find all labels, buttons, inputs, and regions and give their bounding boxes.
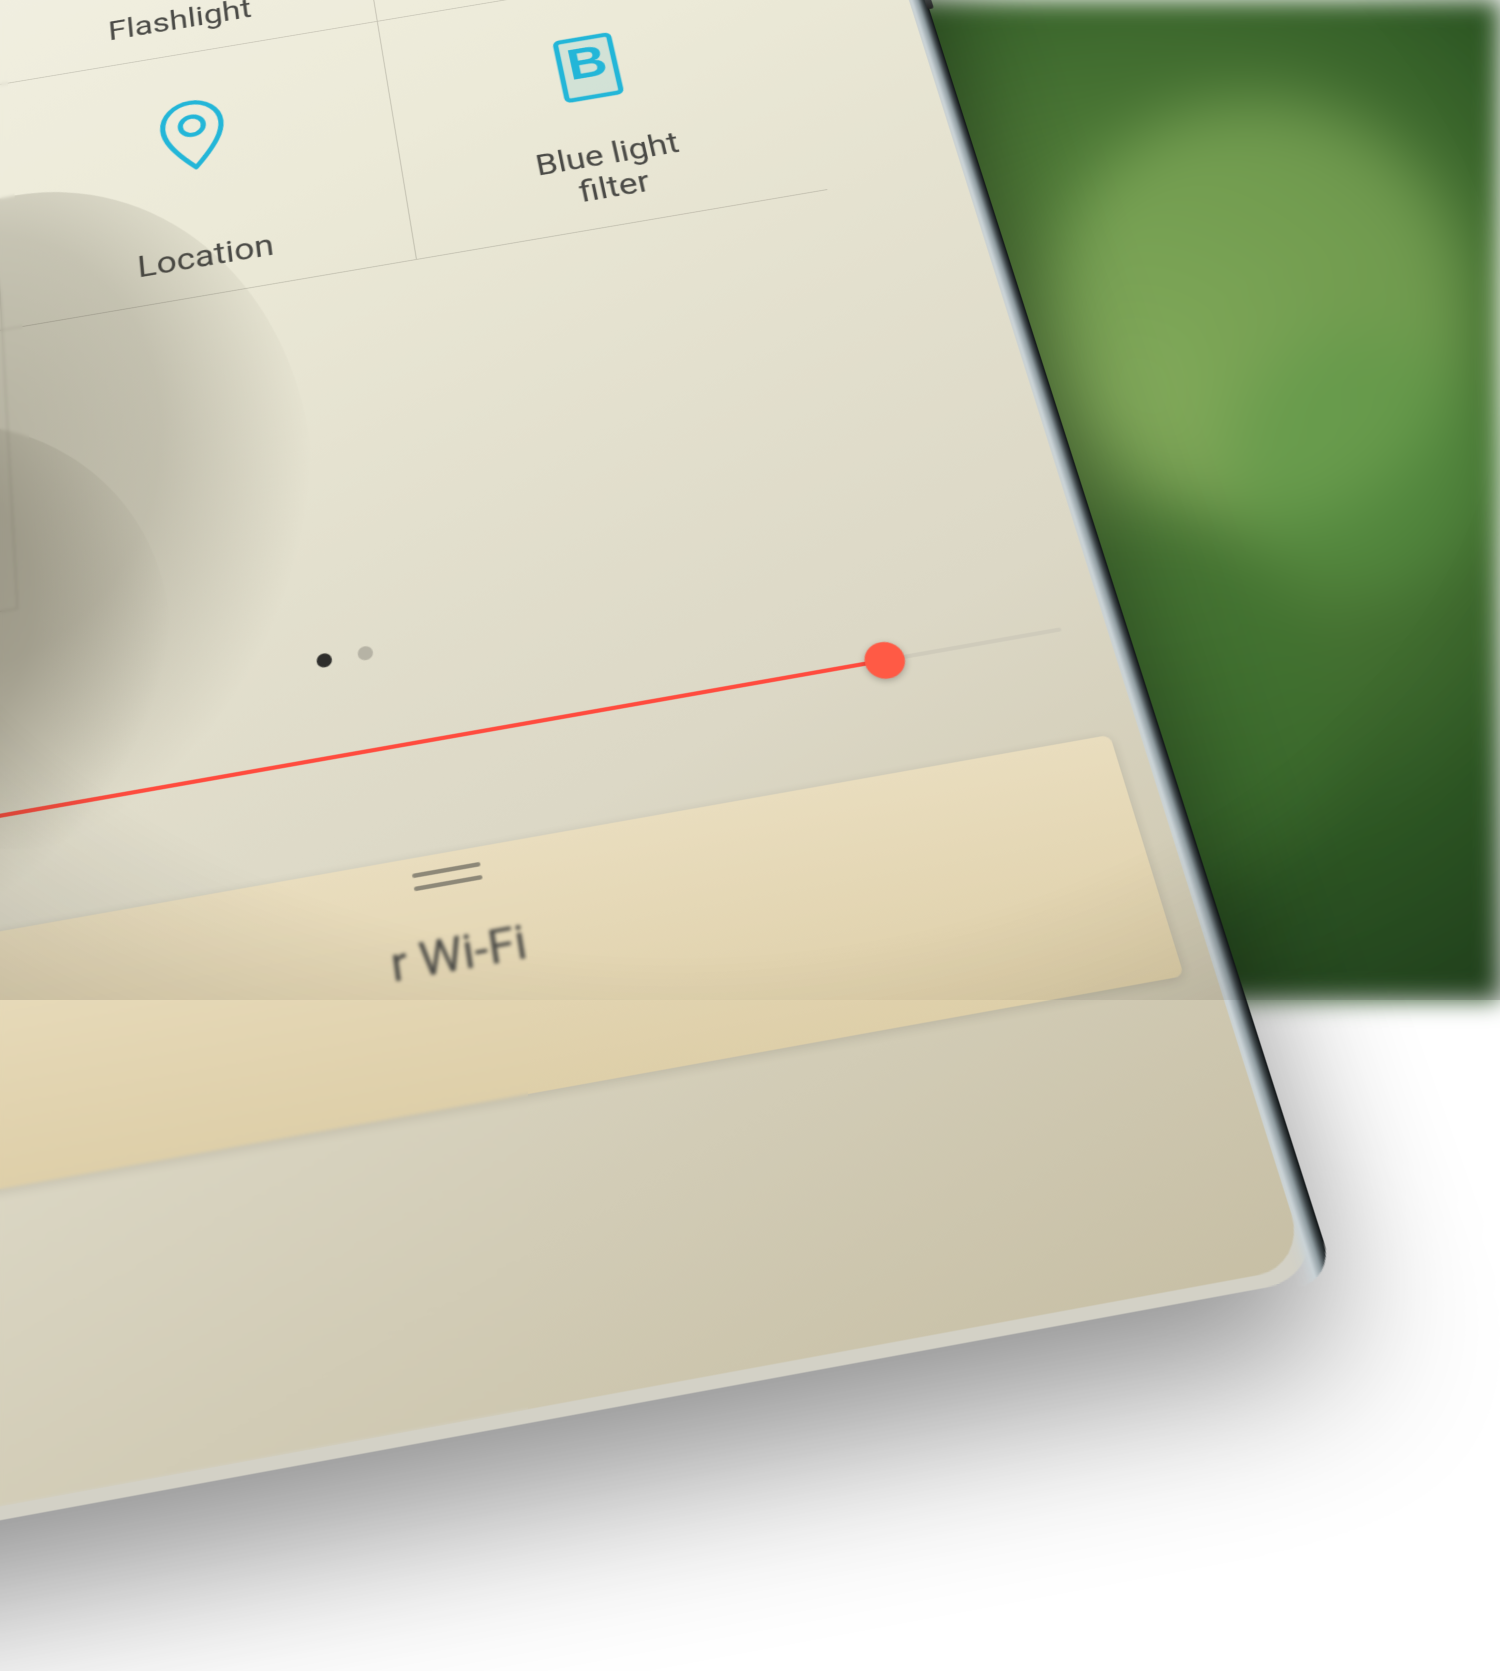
pager-dot xyxy=(357,645,374,661)
pager-dots[interactable] xyxy=(316,645,374,669)
phone-frame: t Flashlight xyxy=(0,0,1327,1572)
quick-settings-grid: t Flashlight xyxy=(0,0,1045,657)
screen: t Flashlight xyxy=(0,0,1308,1556)
blue-light-filter-icon: B xyxy=(528,19,649,117)
drag-handle-icon[interactable] xyxy=(412,862,483,891)
qs-tile-label: Flashlight xyxy=(107,0,253,47)
slider-thumb[interactable] xyxy=(860,639,909,682)
depth-blur xyxy=(0,772,1308,1556)
location-pin-icon xyxy=(136,85,249,185)
pager-dot-active xyxy=(316,652,333,668)
qs-tile-label: Location xyxy=(136,229,276,285)
qs-tile-label: Blue light filter xyxy=(533,127,690,215)
